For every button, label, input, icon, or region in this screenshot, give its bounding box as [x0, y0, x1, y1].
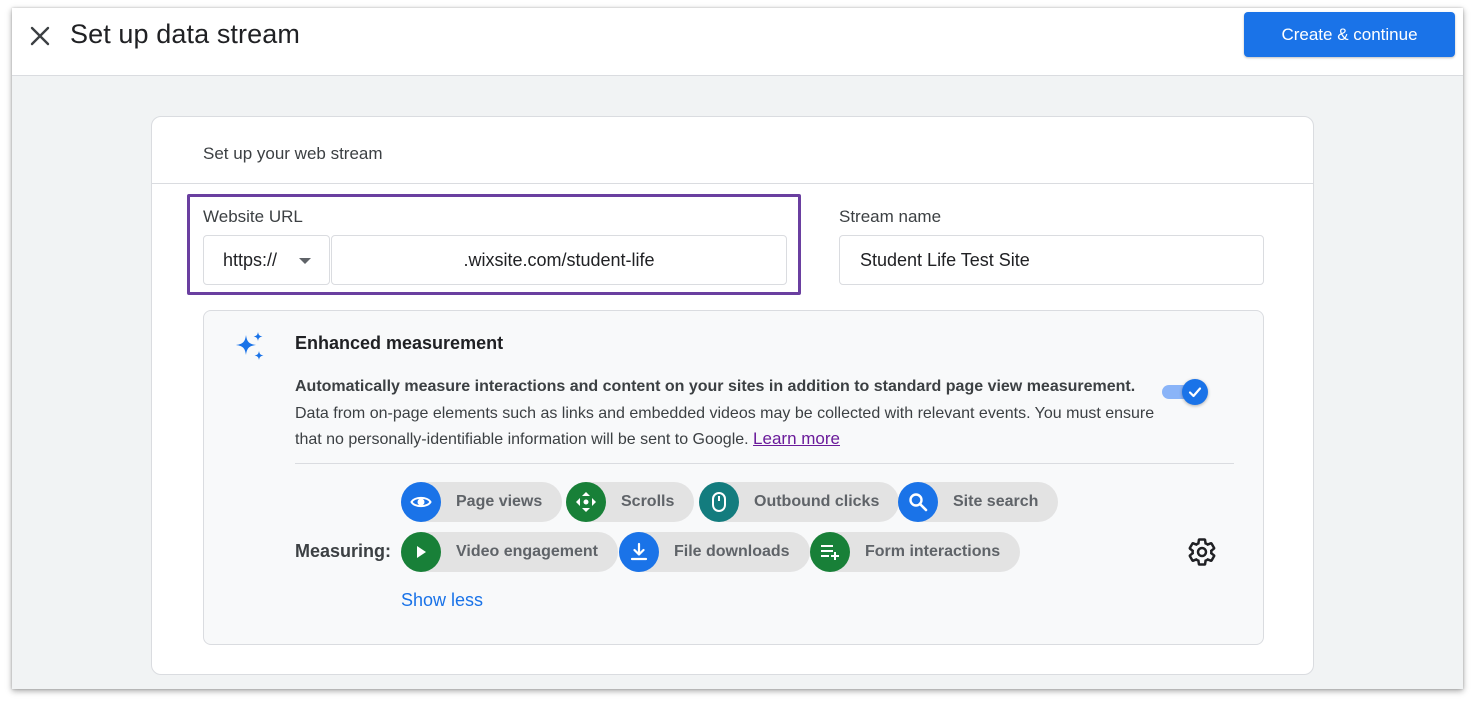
setup-data-stream-dialog: Set up data stream Create & continue Set…: [12, 8, 1463, 689]
stream-name-label: Stream name: [839, 207, 942, 226]
protocol-value: https://: [223, 249, 278, 270]
chip-form-interactions[interactable]: Form interactions: [810, 532, 1021, 572]
toggle-thumb: [1182, 379, 1208, 405]
card-title: Set up your web stream: [203, 144, 383, 163]
learn-more-link[interactable]: Learn more: [753, 429, 840, 448]
stream-name-value: Student Life Test Site: [860, 249, 1030, 270]
measuring-label: Measuring:: [295, 541, 392, 561]
eye-icon: [401, 482, 441, 522]
web-stream-card: Set up your web stream Website URL https…: [151, 116, 1314, 675]
divider: [295, 463, 1234, 464]
chip-scrolls[interactable]: Scrolls: [566, 482, 695, 522]
website-url-label: Website URL: [203, 207, 303, 226]
card-header: Set up your web stream: [152, 117, 1313, 184]
chip-label: Site search: [953, 493, 1039, 510]
website-url-value: .wixsite.com/student-life: [463, 249, 655, 270]
play-icon: [401, 532, 441, 572]
chip-label: Outbound clicks: [754, 493, 880, 510]
stream-name-input[interactable]: Student Life Test Site: [839, 235, 1264, 285]
search-icon: [898, 482, 938, 522]
form-add-icon: [810, 532, 850, 572]
chevron-down-icon: [299, 258, 311, 264]
chip-page-views[interactable]: Page views: [401, 482, 563, 522]
sparkle-icon: [236, 332, 264, 360]
enhanced-measurement-summary: Automatically measure interactions and c…: [295, 378, 1136, 395]
download-icon: [619, 532, 659, 572]
chip-site-search[interactable]: Site search: [898, 482, 1059, 522]
chip-label: Page views: [456, 493, 543, 510]
detail-text: Data from on-page elements such as links…: [295, 405, 1155, 448]
top-bar: Set up data stream Create & continue: [12, 8, 1463, 76]
close-button[interactable]: [26, 22, 54, 50]
chip-outbound-clicks[interactable]: Outbound clicks: [699, 482, 900, 522]
close-icon: [30, 26, 50, 46]
chip-file-downloads[interactable]: File downloads: [619, 532, 810, 572]
page-title: Set up data stream: [70, 19, 300, 49]
enhanced-measurement-detail: Data from on-page elements such as links…: [295, 401, 1165, 452]
enhanced-measurement-title: Enhanced measurement: [295, 333, 504, 353]
create-continue-button[interactable]: Create & continue: [1244, 12, 1455, 57]
website-url-input[interactable]: .wixsite.com/student-life: [331, 235, 787, 285]
mouse-icon: [699, 482, 739, 522]
chip-label: Form interactions: [865, 543, 1001, 560]
show-less-link[interactable]: Show less: [401, 590, 483, 611]
chip-video-engagement[interactable]: Video engagement: [401, 532, 618, 572]
chip-label: File downloads: [674, 543, 790, 560]
check-icon: [1188, 387, 1202, 398]
enhanced-measurement-panel: Enhanced measurement Automatically measu…: [203, 310, 1264, 645]
chip-label: Scrolls: [621, 493, 675, 510]
protocol-select[interactable]: https://: [203, 235, 330, 285]
enhanced-measurement-toggle[interactable]: [1162, 379, 1208, 405]
gear-icon[interactable]: [1187, 537, 1217, 567]
scroll-arrows-icon: [566, 482, 606, 522]
chip-label: Video engagement: [456, 543, 598, 560]
